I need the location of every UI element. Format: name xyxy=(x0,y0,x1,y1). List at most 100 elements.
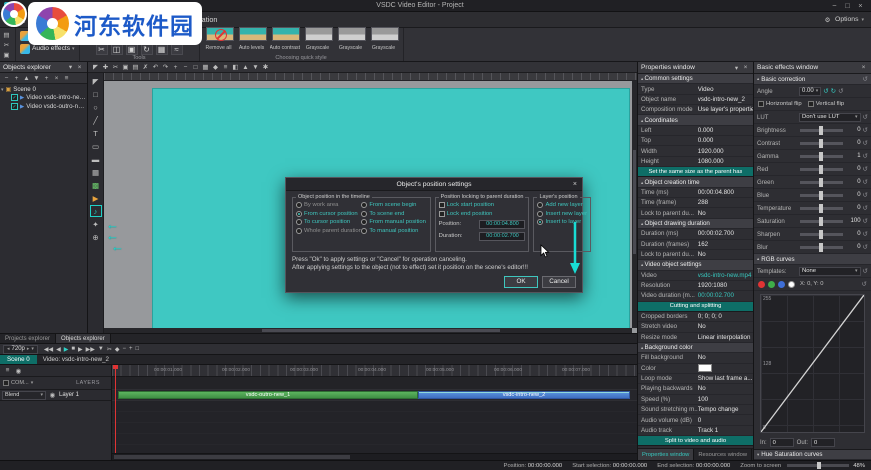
timeline-clip[interactable]: vsdc-outro-new_1 xyxy=(118,391,418,399)
panel-tab[interactable]: Properties window xyxy=(638,449,695,460)
layer-up-icon[interactable]: ▲ xyxy=(241,63,250,72)
reset-icon[interactable]: ↺ xyxy=(838,87,843,95)
timeline-scrollbar[interactable] xyxy=(112,453,637,460)
radio-option[interactable]: To cursor position xyxy=(296,219,361,225)
reset-icon[interactable]: ↺ xyxy=(863,139,868,147)
vertical-scrollbar[interactable] xyxy=(632,81,637,328)
copy-icon[interactable]: ▣ xyxy=(2,50,11,59)
close-icon[interactable]: × xyxy=(571,178,579,190)
property-row[interactable]: Object name vsdc-intro-new_2 xyxy=(638,95,753,106)
dock-tab[interactable]: Objects explorer xyxy=(56,334,111,343)
layer-name[interactable]: Layer 1 xyxy=(59,392,79,398)
property-row[interactable]: Audio volume (dB) 0 xyxy=(638,415,753,426)
quick-style-button[interactable]: Auto contrast xyxy=(270,27,300,51)
radio-option[interactable]: By work area xyxy=(296,202,361,208)
slider[interactable] xyxy=(800,203,843,213)
property-row[interactable]: Lock to parent du... No xyxy=(638,208,753,219)
slider[interactable] xyxy=(800,229,843,239)
snap-icon[interactable]: ◆ xyxy=(211,63,220,72)
property-row[interactable]: Set the same size as the parent has xyxy=(638,167,753,178)
copy-icon[interactable]: ▣ xyxy=(121,63,130,72)
checkbox-icon[interactable] xyxy=(3,380,9,386)
down-icon[interactable]: ▼ xyxy=(32,74,41,83)
select-icon[interactable]: ◤ xyxy=(91,63,100,72)
chart-icon[interactable]: ▦ xyxy=(90,166,102,178)
templates-select[interactable]: None ▾ xyxy=(799,266,861,276)
radio-option[interactable]: Add new layer xyxy=(537,202,587,208)
reset-icon[interactable]: ↺ xyxy=(863,191,868,199)
layer-down-icon[interactable]: ▼ xyxy=(251,63,260,72)
grid-icon[interactable]: ▦ xyxy=(201,63,210,72)
close-button[interactable]: × xyxy=(854,1,867,10)
audio-icon[interactable]: ♪ xyxy=(89,205,102,217)
lut-select[interactable]: Don't use LUT ▾ xyxy=(799,112,861,122)
zoom-slider-thumb[interactable] xyxy=(816,462,821,469)
property-row[interactable]: Duration (frames) 162 xyxy=(638,240,753,250)
scene-tab[interactable]: Scene 0 xyxy=(0,355,37,364)
options-menu[interactable]: ⚙ Options ▾ xyxy=(823,15,869,24)
property-row[interactable]: Time (ms) 00:00:04.800 xyxy=(638,188,753,199)
reset-icon[interactable]: ↺ xyxy=(863,217,868,225)
rectangle-icon[interactable]: □ xyxy=(90,88,102,100)
maximize-button[interactable]: □ xyxy=(841,1,854,10)
panel-tab[interactable]: Resources window xyxy=(694,449,753,460)
slider-thumb[interactable] xyxy=(819,229,824,239)
reset-icon[interactable]: ↺ xyxy=(863,243,868,251)
property-row[interactable]: Common settings xyxy=(638,74,753,85)
quick-style-button[interactable]: Grayscale xyxy=(336,27,366,51)
slider-thumb[interactable] xyxy=(819,164,824,174)
settings-icon[interactable]: ✱ xyxy=(261,63,270,72)
quick-style-button[interactable]: Remove all xyxy=(204,27,234,51)
radio-option[interactable]: Insert new layer xyxy=(537,210,587,217)
slider[interactable] xyxy=(800,242,843,252)
property-row[interactable]: Stretch video No xyxy=(638,322,753,333)
eye-icon[interactable]: ◉ xyxy=(48,391,57,400)
counter-icon[interactable]: ⊕ xyxy=(90,231,102,243)
angle-input[interactable]: 0.00 ▾ xyxy=(799,86,822,96)
zoom-out-icon[interactable]: − xyxy=(181,63,190,72)
slider[interactable] xyxy=(800,190,843,200)
align-icon[interactable]: ≡ xyxy=(221,63,230,72)
prev-scene-icon[interactable]: ◀◀ xyxy=(44,346,53,353)
section-rgb-curves[interactable]: ▴ RGB curves xyxy=(754,254,871,265)
property-row[interactable]: Split to video and audio xyxy=(638,436,753,447)
lock-checkbox[interactable]: Lock end position xyxy=(438,210,526,217)
property-row[interactable]: Playing backwards No xyxy=(638,384,753,395)
reset-icon[interactable]: ↺ xyxy=(863,230,868,238)
blend-mode-select[interactable]: Blend ▾ xyxy=(2,390,46,400)
radio-option[interactable]: To scene end xyxy=(361,210,426,217)
effects-dropdown-button[interactable]: Audio effects ▾ xyxy=(20,43,75,54)
zoom-to-screen-label[interactable]: Zoom to screen xyxy=(740,463,781,469)
frame-forward-icon[interactable]: ▶ xyxy=(78,346,83,353)
slider[interactable] xyxy=(800,151,843,161)
image-icon[interactable]: ▩ xyxy=(90,179,102,191)
ok-button[interactable]: OK xyxy=(504,275,538,288)
quick-style-button[interactable]: Grayscale xyxy=(369,27,399,51)
property-row[interactable]: Color xyxy=(638,364,753,374)
cut-icon[interactable]: ✂ xyxy=(107,346,112,353)
pin-icon[interactable]: ▾ xyxy=(732,63,741,72)
dock-tab[interactable]: Projects explorer xyxy=(0,334,57,343)
zoom-in-icon[interactable]: + xyxy=(171,63,180,72)
slider-thumb[interactable] xyxy=(819,177,824,187)
empty-tracks[interactable] xyxy=(112,401,637,453)
close-icon[interactable]: × xyxy=(859,63,868,72)
blue-channel-icon[interactable] xyxy=(778,280,785,288)
red-channel-icon[interactable] xyxy=(758,280,765,288)
property-row[interactable]: Cropped borders 0; 0; 0; 0 xyxy=(638,312,753,323)
cancel-button[interactable]: Cancel xyxy=(542,275,576,288)
radio-option[interactable]: Whole parent duration xyxy=(296,227,361,234)
zoom-in-icon[interactable]: + xyxy=(129,346,133,353)
delete-icon[interactable]: × xyxy=(52,74,61,83)
property-row[interactable]: Video object settings xyxy=(638,260,753,271)
property-row[interactable]: Top 0.000 xyxy=(638,136,753,147)
expand-icon[interactable]: + xyxy=(12,74,21,83)
minimize-button[interactable]: − xyxy=(828,1,841,10)
reset-icon[interactable]: ↺ xyxy=(863,126,868,134)
property-row[interactable]: Loop mode Show last frame a... xyxy=(638,374,753,385)
paste-icon[interactable]: ▤ xyxy=(2,30,11,39)
checkbox-icon[interactable]: ✓ xyxy=(11,94,18,101)
slider[interactable] xyxy=(800,138,843,148)
property-row[interactable]: Background color xyxy=(638,342,753,354)
lock-checkbox[interactable]: Lock start position xyxy=(438,202,526,208)
